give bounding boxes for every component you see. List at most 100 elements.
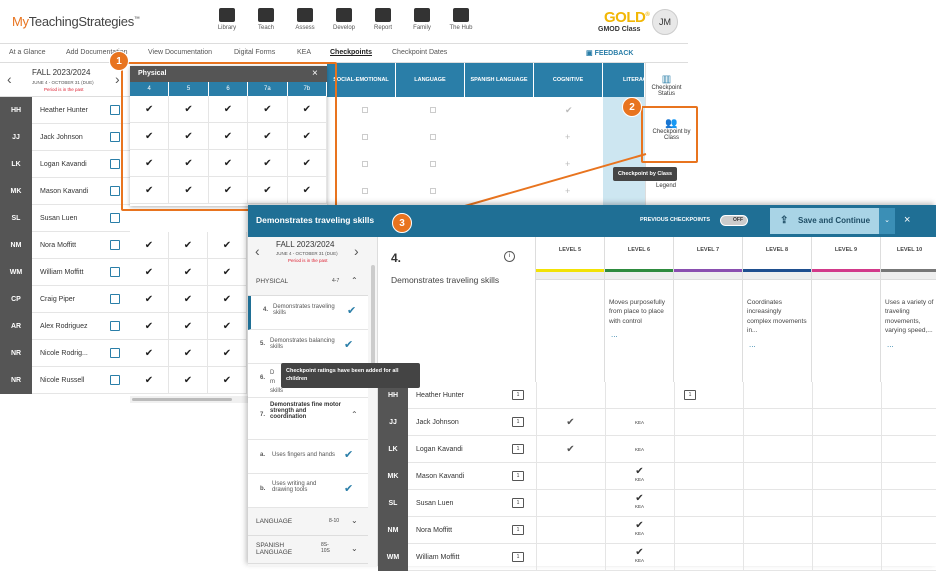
folder-icon[interactable]: 1 bbox=[512, 444, 524, 454]
avatar[interactable]: JM bbox=[652, 9, 678, 35]
checkpoint-cell[interactable]: ✔ bbox=[169, 340, 208, 367]
level-cell[interactable] bbox=[812, 517, 881, 544]
level-cell[interactable] bbox=[812, 490, 881, 517]
child-checkbox[interactable] bbox=[110, 240, 120, 250]
nav-the-hub[interactable]: The Hub bbox=[444, 8, 478, 31]
level-cell[interactable] bbox=[743, 490, 812, 517]
more-link[interactable]: ... bbox=[743, 340, 811, 349]
child-row[interactable]: MK Mason Kavandi bbox=[0, 178, 130, 205]
nav-library[interactable]: Library bbox=[210, 8, 244, 31]
child-row[interactable]: AR Alex Rodriguez bbox=[0, 313, 130, 340]
child-row[interactable]: WM William Moffitt bbox=[0, 259, 130, 286]
checkpoint-cell[interactable]: ✔ bbox=[130, 286, 169, 313]
app-logo[interactable]: MyTeachingStrategies™ bbox=[12, 14, 140, 29]
close-panel-icon[interactable]: × bbox=[904, 214, 910, 226]
level-cell[interactable] bbox=[536, 463, 605, 490]
child-row[interactable]: NM Nora Moffitt bbox=[0, 232, 130, 259]
level-5-check[interactable]: ✔ bbox=[536, 417, 605, 428]
child-row[interactable]: JJ Jack Johnson bbox=[0, 124, 130, 151]
level-cell[interactable] bbox=[674, 544, 743, 571]
child-name[interactable]: William Moffitt bbox=[40, 259, 83, 286]
area-header-spanish[interactable]: SPANISH LANGUAGE bbox=[465, 63, 534, 97]
child-name[interactable]: Jack Johnson bbox=[40, 124, 83, 151]
folder-icon[interactable]: 1 bbox=[512, 390, 524, 400]
child-checkbox[interactable] bbox=[110, 213, 120, 223]
panel-child-row[interactable]: HH Heather Hunter 1 1 bbox=[378, 382, 936, 409]
level-cell[interactable] bbox=[743, 463, 812, 490]
panel-child-row[interactable]: MK Mason Kavandi 1 ✔ KEA bbox=[378, 463, 936, 490]
checkpoint-cell[interactable]: ✔ bbox=[208, 232, 247, 259]
nav-report[interactable]: Report bbox=[366, 8, 400, 31]
empty-checkbox[interactable] bbox=[362, 134, 368, 140]
level-cell[interactable] bbox=[881, 544, 936, 571]
level-cell[interactable] bbox=[812, 463, 881, 490]
empty-checkbox[interactable] bbox=[430, 107, 436, 113]
child-checkbox[interactable] bbox=[110, 348, 120, 358]
panel-child-row[interactable]: LK Logan Kavandi 1 ✔ KEA bbox=[378, 436, 936, 463]
save-dropdown-chevron-icon[interactable]: ⌄ bbox=[879, 208, 895, 234]
child-name[interactable]: Susan Luen bbox=[40, 205, 77, 232]
nav-family[interactable]: Family bbox=[405, 8, 439, 31]
level-cell[interactable] bbox=[812, 436, 881, 463]
empty-checkbox[interactable] bbox=[362, 161, 368, 167]
checkpoint-cell[interactable]: ✔ bbox=[208, 286, 247, 313]
checkpoint-cell[interactable]: ✔ bbox=[169, 286, 208, 313]
folder-icon[interactable]: 1 bbox=[512, 525, 524, 535]
empty-checkbox[interactable] bbox=[362, 188, 368, 194]
level-cell[interactable] bbox=[881, 382, 936, 409]
nav-develop[interactable]: Develop bbox=[327, 8, 361, 31]
child-name[interactable]: Logan Kavandi bbox=[416, 436, 463, 463]
nav-assess[interactable]: Assess bbox=[288, 8, 322, 31]
child-checkbox[interactable] bbox=[110, 105, 120, 115]
level-column[interactable]: LEVEL 7 bbox=[674, 237, 743, 382]
child-name[interactable]: Logan Kavandi bbox=[40, 151, 87, 178]
area-header-social-emotional[interactable]: SOCIAL-EMOTIONAL bbox=[327, 63, 396, 97]
prev-season-arrow-icon[interactable]: ‹ bbox=[7, 71, 12, 87]
panel-child-row[interactable]: SL Susan Luen 1 ✔ KEA bbox=[378, 490, 936, 517]
level-cell[interactable] bbox=[881, 490, 936, 517]
checkpoint-cell[interactable]: ✔ bbox=[130, 259, 169, 286]
level-cell[interactable] bbox=[674, 436, 743, 463]
child-checkbox[interactable] bbox=[110, 267, 120, 277]
child-checkbox[interactable] bbox=[110, 186, 120, 196]
child-name[interactable]: William Moffitt bbox=[416, 544, 459, 571]
subnav-digital-forms[interactable]: Digital Forms bbox=[234, 49, 275, 56]
next-season-arrow-icon[interactable]: › bbox=[354, 243, 359, 259]
level-cell[interactable] bbox=[743, 382, 812, 409]
level-cell[interactable] bbox=[674, 463, 743, 490]
child-row[interactable]: LK Logan Kavandi bbox=[0, 151, 130, 178]
domain-language[interactable]: LANGUAGE 8-10 ⌄ bbox=[248, 508, 368, 536]
level-column[interactable]: LEVEL 5 bbox=[536, 237, 605, 382]
panel-child-row[interactable]: JJ Jack Johnson 1 ✔ KEA bbox=[378, 409, 936, 436]
level-cell[interactable] bbox=[881, 409, 936, 436]
folder-icon[interactable]: 1 bbox=[512, 498, 524, 508]
checkpoint-cell[interactable]: ✔ bbox=[208, 340, 247, 367]
folder-icon[interactable]: 1 bbox=[512, 471, 524, 481]
nav-teach[interactable]: Teach bbox=[249, 8, 283, 31]
child-name[interactable]: Mason Kavandi bbox=[40, 178, 88, 205]
prev-season-arrow-icon[interactable]: ‹ bbox=[255, 243, 260, 259]
class-name[interactable]: GMOD Class bbox=[598, 26, 640, 33]
level-6-rating[interactable]: ✔ KEA bbox=[605, 467, 674, 483]
legend-link[interactable]: Legend bbox=[656, 183, 676, 189]
child-checkbox[interactable] bbox=[110, 132, 120, 142]
checkpoint-cell[interactable]: ✔ bbox=[169, 313, 208, 340]
child-row[interactable]: CP Craig Piper bbox=[0, 286, 130, 313]
checkpoint-cell[interactable]: ✔ bbox=[208, 259, 247, 286]
level-cell[interactable] bbox=[881, 517, 936, 544]
level-cell[interactable] bbox=[881, 463, 936, 490]
level-column[interactable]: LEVEL 9 bbox=[812, 237, 881, 382]
child-row[interactable]: NR Nicole Rodrig... bbox=[0, 340, 130, 367]
empty-checkbox[interactable] bbox=[430, 134, 436, 140]
subnav-at-a-glance[interactable]: At a Glance bbox=[9, 49, 46, 56]
area-header-cognitive[interactable]: COGNITIVE bbox=[534, 63, 603, 97]
level-cell[interactable] bbox=[743, 544, 812, 571]
checkpoint-cell[interactable]: ✔ bbox=[130, 313, 169, 340]
info-icon[interactable]: i bbox=[504, 251, 515, 262]
child-name[interactable]: Heather Hunter bbox=[416, 382, 464, 409]
level-6-rating[interactable]: ✔ KEA bbox=[605, 548, 674, 564]
child-name[interactable]: Alex Rodriguez bbox=[40, 313, 87, 340]
level-6-kea[interactable]: KEA bbox=[605, 420, 674, 425]
domain-physical[interactable]: PHYSICAL 4-7 ⌃ bbox=[248, 268, 368, 296]
area-header-literacy[interactable]: LITERACY bbox=[603, 63, 645, 97]
